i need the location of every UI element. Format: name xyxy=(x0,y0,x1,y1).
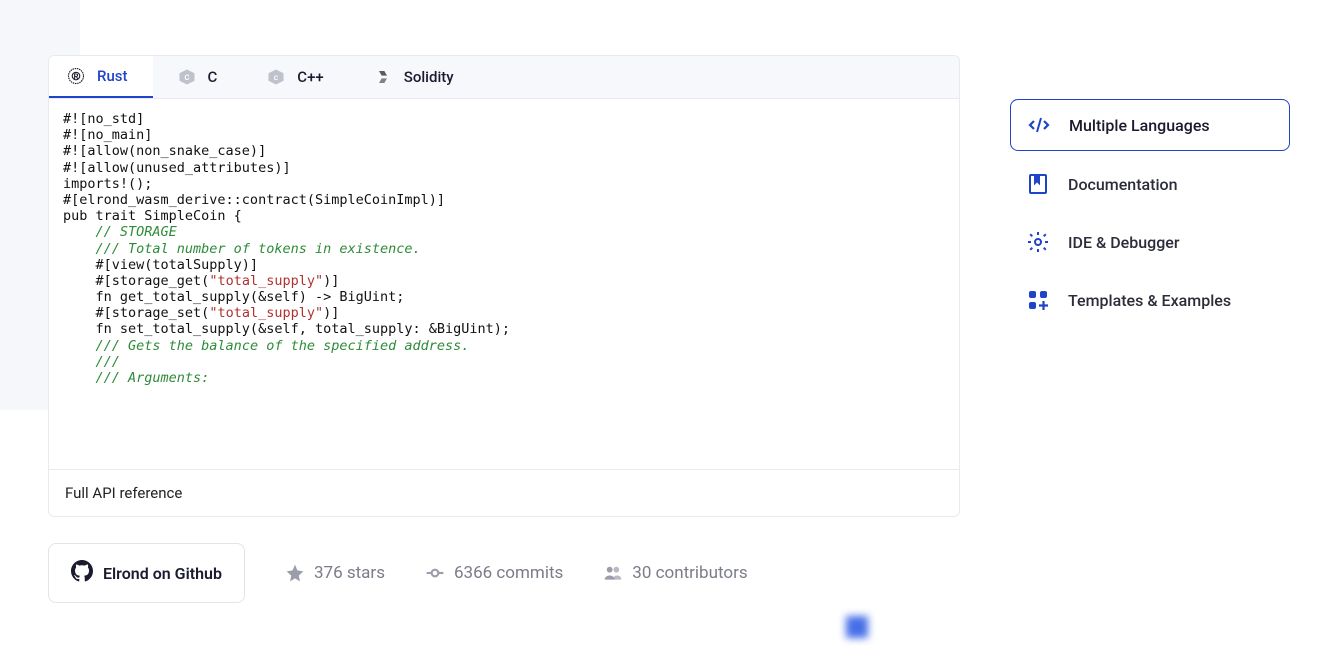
main-panel: R Rust C C C C++ Solidity xyxy=(48,55,960,603)
tab-solidity[interactable]: Solidity xyxy=(349,56,479,98)
code-line: /// Total number of tokens in existence. xyxy=(63,241,945,257)
solidity-icon xyxy=(374,68,392,86)
code-line: pub trait SimpleCoin { xyxy=(63,208,945,224)
sidebar-item-documentation[interactable]: Documentation xyxy=(1010,159,1290,209)
language-tabs: R Rust C C C C++ Solidity xyxy=(49,56,959,99)
code-line: fn set_total_supply(&self, total_supply:… xyxy=(63,321,945,337)
tab-label: Solidity xyxy=(404,68,454,86)
stat-contributors: 30 contributors xyxy=(603,563,747,583)
code-line: #[elrond_wasm_derive::contract(SimpleCoi… xyxy=(63,192,945,208)
api-reference-link[interactable]: Full API reference xyxy=(49,469,959,516)
tab-c[interactable]: C C xyxy=(153,56,243,98)
code-panel: R Rust C C C C++ Solidity xyxy=(48,55,960,517)
code-line: #[view(totalSupply)] xyxy=(63,257,945,273)
sidebar-item-label: Multiple Languages xyxy=(1069,116,1210,135)
people-icon xyxy=(603,563,623,583)
stat-label: 6366 commits xyxy=(454,563,563,583)
code-line: #[storage_set("total_supply")] xyxy=(63,305,945,321)
tab-label: C xyxy=(208,68,218,86)
tab-label: Rust xyxy=(97,67,128,85)
book-icon xyxy=(1026,172,1050,196)
gear-icon xyxy=(1026,230,1050,254)
tab-label: C++ xyxy=(297,68,323,86)
stat-label: 376 stars xyxy=(314,563,385,583)
code-line: #![allow(unused_attributes)] xyxy=(63,160,945,176)
github-stats-row: Elrond on Github 376 stars 6366 commits … xyxy=(48,543,960,603)
c-icon: C xyxy=(178,68,196,86)
feature-sidebar: Multiple Languages Documentation IDE & D… xyxy=(1010,99,1290,333)
tab-cpp[interactable]: C C++ xyxy=(242,56,348,98)
github-icon xyxy=(71,560,93,586)
svg-text:C: C xyxy=(274,74,279,82)
grid-plus-icon xyxy=(1026,288,1050,312)
cpp-icon: C xyxy=(267,68,285,86)
github-button-label: Elrond on Github xyxy=(103,564,222,583)
github-button[interactable]: Elrond on Github xyxy=(48,543,245,603)
code-line: /// xyxy=(63,354,945,370)
code-line: // STORAGE xyxy=(63,224,945,240)
sidebar-item-languages[interactable]: Multiple Languages xyxy=(1010,99,1290,151)
rust-icon: R xyxy=(67,67,85,85)
code-line: /// Arguments: xyxy=(63,370,945,386)
code-line: #![no_std] xyxy=(63,111,945,127)
sidebar-item-label: Documentation xyxy=(1068,175,1178,194)
code-line: #![no_main] xyxy=(63,127,945,143)
code-line: imports!(); xyxy=(63,176,945,192)
code-line: #[storage_get("total_supply")] xyxy=(63,273,945,289)
stat-commits: 6366 commits xyxy=(425,563,563,583)
tab-rust[interactable]: R Rust xyxy=(49,56,153,98)
code-line: /// Gets the balance of the specified ad… xyxy=(63,338,945,354)
code-line: fn get_total_supply(&self) -> BigUint; xyxy=(63,289,945,305)
sidebar-item-label: IDE & Debugger xyxy=(1068,233,1180,252)
star-icon xyxy=(285,563,305,583)
sidebar-item-ide[interactable]: IDE & Debugger xyxy=(1010,217,1290,267)
chat-widget-indicator[interactable] xyxy=(846,616,868,638)
code-viewer[interactable]: #![no_std] #![no_main] #![allow(non_snak… xyxy=(49,99,959,469)
svg-text:C: C xyxy=(184,73,189,82)
stat-label: 30 contributors xyxy=(632,563,747,583)
code-icon xyxy=(1027,113,1051,137)
code-line: #![allow(non_snake_case)] xyxy=(63,143,945,159)
svg-text:R: R xyxy=(74,72,79,81)
commit-icon xyxy=(425,563,445,583)
sidebar-item-label: Templates & Examples xyxy=(1068,291,1231,310)
sidebar-item-templates[interactable]: Templates & Examples xyxy=(1010,275,1290,325)
stat-stars: 376 stars xyxy=(285,563,385,583)
